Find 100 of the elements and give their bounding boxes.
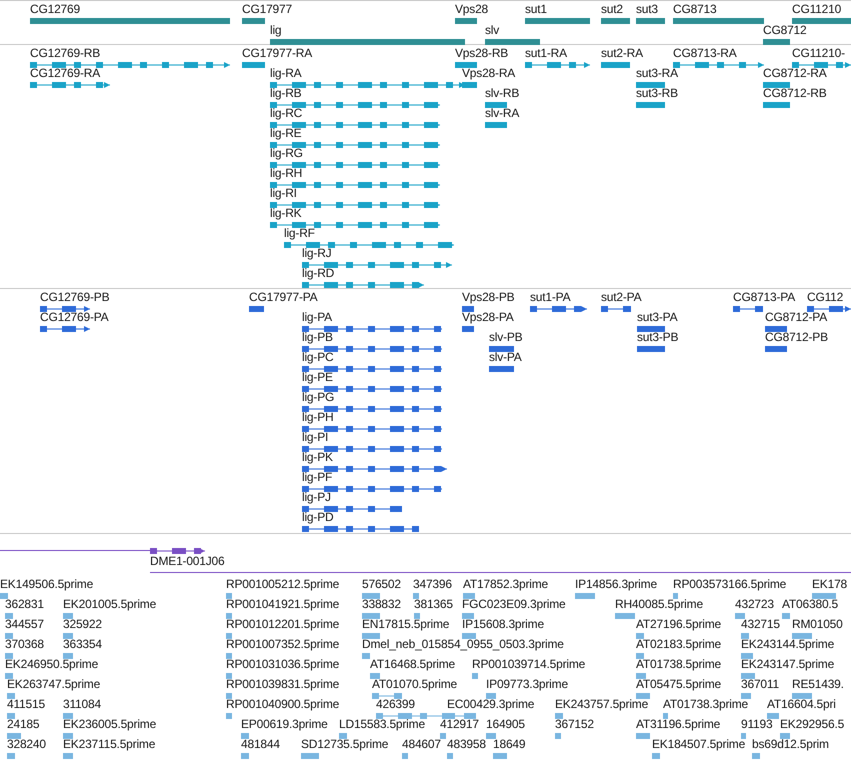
feature-glyph <box>792 17 851 25</box>
feature-glyph <box>339 732 347 740</box>
feature-glyph <box>486 692 496 700</box>
feature-label: 367152 <box>555 718 594 731</box>
feature-glyph <box>5 672 13 680</box>
feature-label: lig-PI <box>302 431 328 444</box>
feature-label: CG8712-PA <box>765 311 828 324</box>
feature-label: AT01738.3prime <box>663 698 748 711</box>
feature-glyph <box>413 592 419 600</box>
feature-label: CG17977 <box>242 3 292 16</box>
feature-label: CG11210 <box>792 3 842 16</box>
feature-label: EK201005.5prime <box>63 598 156 611</box>
feature-label: lig-PF <box>302 471 332 484</box>
feature-label: RP003573166.5prime <box>673 578 786 591</box>
feature-glyph <box>601 305 631 313</box>
feature-glyph <box>637 325 665 333</box>
feature-label: IP14856.3prime <box>575 578 657 591</box>
feature-label: lig-PH <box>302 411 334 424</box>
feature-glyph <box>402 752 408 760</box>
feature-label: SD12735.5prime <box>301 738 388 751</box>
feature-label: AT17852.3prime <box>463 578 548 591</box>
feature-label: 328240 <box>7 738 46 751</box>
feature-glyph <box>370 672 380 680</box>
feature-label: AT02183.5prime <box>636 638 722 651</box>
feature-glyph <box>792 632 812 640</box>
feature-glyph <box>741 732 746 740</box>
feature-label: EP00619.3prime <box>241 718 328 731</box>
feature-label: 484607 <box>402 738 441 751</box>
feature-glyph <box>0 592 8 600</box>
feature-label: lig-RA <box>270 67 302 80</box>
feature-label: EK178 <box>812 578 848 591</box>
feature-label: CG8712-RB <box>763 87 827 100</box>
feature-label: EK246950.5prime <box>5 658 98 671</box>
feature-label: CG8713-PA <box>733 291 796 304</box>
feature-label: sut3-RA <box>636 67 678 80</box>
feature-glyph <box>7 712 15 720</box>
feature-glyph <box>636 732 650 740</box>
feature-label: lig-RI <box>270 187 297 200</box>
feature-glyph <box>636 17 665 25</box>
feature-label: EK236005.5prime <box>63 718 156 731</box>
feature-glyph <box>40 305 90 313</box>
feature-glyph <box>489 345 514 353</box>
feature-label: EN17815.5prime <box>362 618 450 631</box>
feature-label: sut2 <box>601 3 623 16</box>
feature-label: CG17977-RA <box>242 47 312 60</box>
feature-glyph <box>489 365 514 373</box>
feature-glyph <box>226 672 232 680</box>
feature-glyph <box>637 345 665 353</box>
feature-glyph <box>301 752 319 760</box>
feature-label: slv-RA <box>485 107 520 120</box>
feature-label: Vps28-PA <box>462 311 514 324</box>
feature-glyph <box>530 305 587 313</box>
feature-label: IP09773.3prime <box>486 678 568 691</box>
feature-glyph <box>226 632 232 640</box>
feature-label: CG12769 <box>30 3 80 16</box>
feature-glyph <box>752 752 760 760</box>
feature-label: 411515 <box>7 698 45 711</box>
feature-glyph <box>362 612 380 620</box>
feature-label: CG8712-RA <box>763 67 827 80</box>
feature-label: 362831 <box>5 598 44 611</box>
feature-label: 344557 <box>5 618 44 631</box>
feature-glyph <box>555 712 563 720</box>
feature-glyph <box>735 612 745 620</box>
feature-label: AT16468.5prime <box>370 658 456 671</box>
feature-glyph <box>741 672 755 680</box>
feature-label: EK237115.5prime <box>63 738 156 751</box>
feature-label: 381365 <box>414 598 453 611</box>
feature-label: lig-RG <box>270 147 303 160</box>
feature-label: 426399 <box>376 698 415 711</box>
feature-label: RP001031036.5prime <box>226 658 340 671</box>
feature-label: 432723 <box>735 598 774 611</box>
feature-label: CG12769-PB <box>40 291 110 304</box>
feature-glyph <box>63 752 73 760</box>
feature-glyph <box>636 632 644 640</box>
feature-label: lig-RE <box>270 127 302 140</box>
feature-glyph <box>782 612 790 620</box>
feature-glyph <box>485 121 507 129</box>
feature-glyph <box>780 732 790 740</box>
feature-glyph <box>763 81 790 89</box>
feature-glyph <box>7 692 15 700</box>
feature-label: lig-RJ <box>302 247 332 260</box>
feature-label: 576502 <box>362 578 401 591</box>
feature-glyph <box>472 672 478 680</box>
feature-glyph <box>462 612 474 620</box>
feature-glyph <box>636 652 644 660</box>
feature-glyph <box>455 61 477 69</box>
feature-glyph <box>362 592 380 600</box>
feature-glyph <box>767 712 779 720</box>
feature-glyph <box>673 592 678 600</box>
feature-glyph <box>242 61 265 69</box>
feature-label: lig <box>270 24 282 37</box>
feature-label: EK263747.5prime <box>7 678 100 691</box>
feature-glyph <box>812 592 836 600</box>
feature-label: 24185 <box>7 718 40 731</box>
feature-label: IP15608.3prime <box>462 618 544 631</box>
feature-glyph <box>226 592 232 600</box>
feature-label: EK184507.5prime <box>652 738 746 751</box>
feature-glyph <box>765 345 787 353</box>
feature-label: 370368 <box>5 638 44 651</box>
feature-glyph <box>652 752 660 760</box>
